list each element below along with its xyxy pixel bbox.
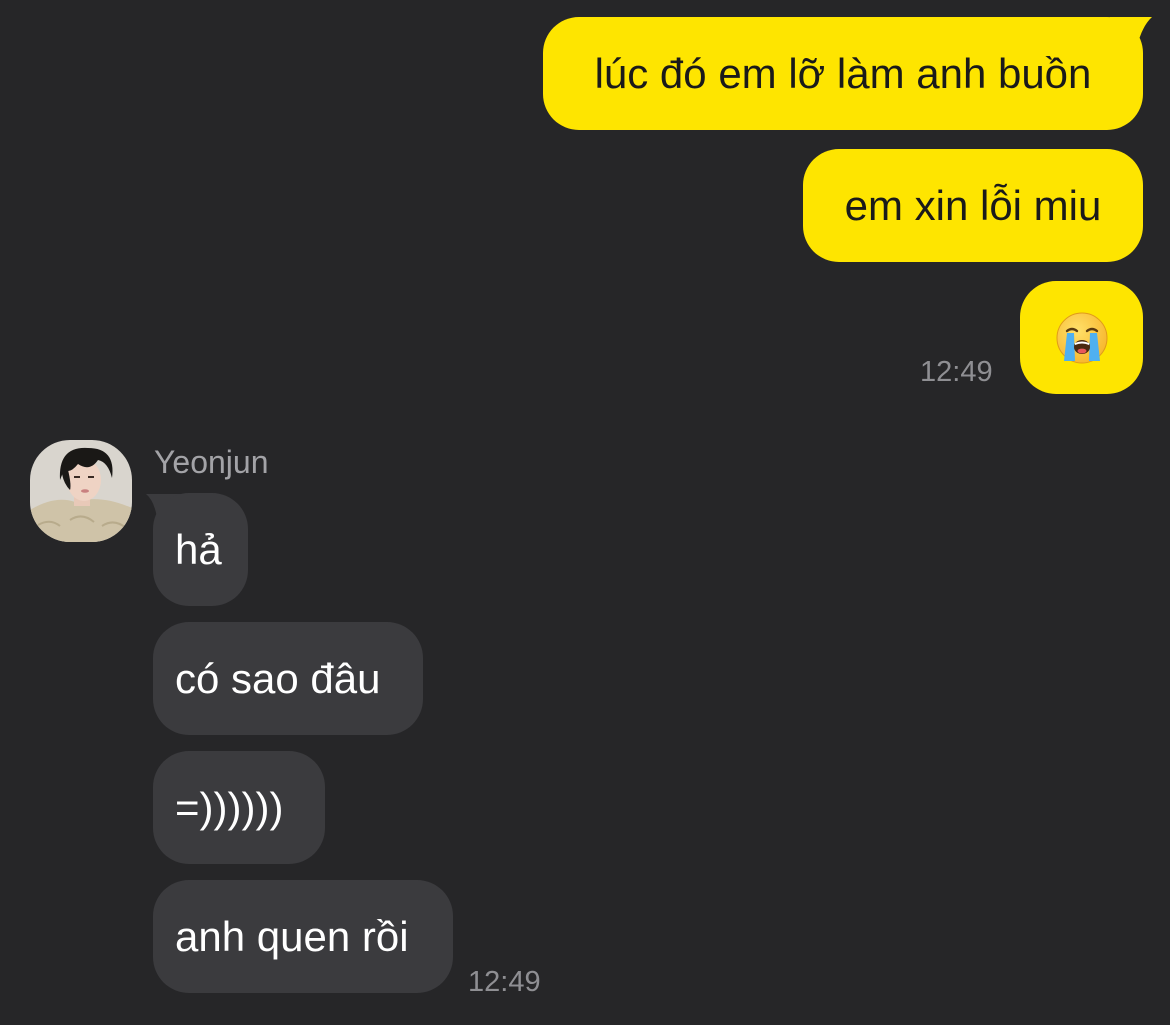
outgoing-message-bubble[interactable]: em xin lỗi miu	[803, 149, 1143, 262]
message-text: =))))))	[175, 783, 284, 831]
profile-photo-avatar	[30, 440, 132, 542]
message-text: em xin lỗi miu	[844, 181, 1102, 229]
message-text: hả	[175, 525, 222, 573]
message-text: có sao đâu	[175, 654, 381, 702]
loudly-crying-face-emoji	[1056, 312, 1107, 363]
incoming-timestamp: 12:49	[468, 966, 541, 998]
outgoing-emoji-bubble[interactable]	[1020, 281, 1143, 394]
incoming-message-bubble[interactable]: có sao đâu	[153, 622, 423, 735]
outgoing-timestamp: 12:49	[920, 356, 993, 388]
sender-name: Yeonjun	[154, 444, 269, 480]
incoming-message-bubble[interactable]: =))))))	[153, 751, 325, 864]
message-text: lúc đó em lỡ làm anh buồn	[594, 49, 1092, 97]
outgoing-message-bubble[interactable]: lúc đó em lỡ làm anh buồn	[543, 17, 1143, 130]
message-text: anh quen rồi	[175, 912, 409, 960]
sender-avatar[interactable]	[30, 440, 132, 542]
incoming-message-bubble[interactable]: hả	[153, 493, 248, 606]
incoming-message-bubble[interactable]: anh quen rồi	[153, 880, 453, 993]
outgoing-bubble-tail	[1110, 17, 1152, 51]
